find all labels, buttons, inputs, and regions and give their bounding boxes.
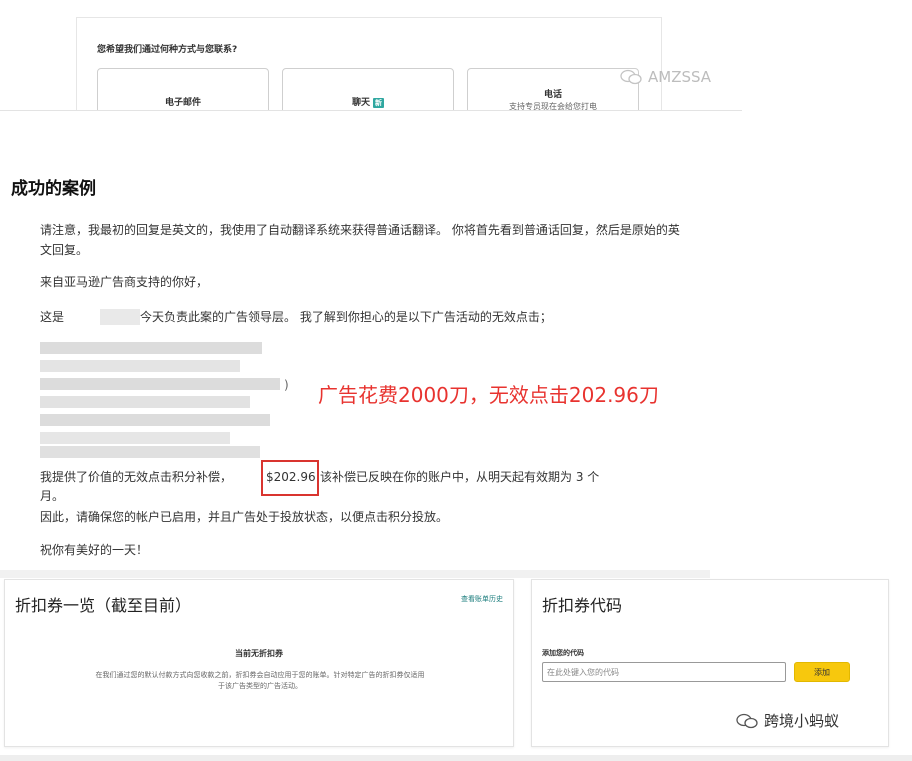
email-signoff: 祝你有美好的一天！ — [40, 543, 149, 557]
section-divider-strip — [0, 570, 710, 578]
email-greeting: 来自亚马逊广告商支持的你好， — [40, 275, 209, 289]
coupon-list-panel: 折扣券一览（截至目前） 查看账单历史 当前无折扣券 在我们通过您的默认付款方式向… — [4, 579, 514, 747]
new-badge: 新 — [373, 98, 384, 108]
contact-method-panel: 您希望我们通过何种方式与您联系? 电子邮件 聊天新 电话 支持专员现在会给您打电 — [76, 17, 662, 111]
redacted-paren: ) — [284, 378, 289, 392]
contact-option-email-label: 电子邮件 — [164, 98, 201, 108]
contact-option-phone[interactable]: 电话 支持专员现在会给您打电 — [467, 68, 639, 111]
chat-label-text: 聊天 — [351, 98, 370, 108]
bottom-edge — [0, 755, 912, 761]
cost-annotation: 广告花费2000刀，无效点击202.96刀 — [318, 383, 659, 407]
redacted-campaign-list — [40, 340, 286, 458]
contact-option-email[interactable]: 电子邮件 — [97, 68, 269, 111]
coupon-description: 在我们通过您的默认付款方式向您收款之前，折扣券会自动应用于您的账单。针对特定广告… — [95, 671, 425, 690]
contact-option-phone-label: 电话 — [543, 90, 562, 100]
email-credit-end: 该补偿已反映在你的账户中，从明天起有效期为 3 个 — [320, 470, 600, 484]
coupon-list-title: 折扣券一览（截至目前） — [15, 596, 192, 615]
email-credit-tail: 月。 — [40, 489, 65, 503]
watermark-top: AMZSSA — [620, 68, 711, 86]
coupon-code-title: 折扣券代码 — [542, 596, 623, 615]
wechat-icon — [736, 713, 758, 728]
section-heading: 成功的案例 — [11, 179, 96, 199]
billing-history-link[interactable]: 查看账单历史 — [461, 594, 503, 604]
code-input-label: 添加您的代码 — [542, 649, 584, 657]
email-intro-start: 这是 — [40, 310, 65, 324]
section-divider — [0, 110, 742, 111]
redacted-name — [100, 309, 140, 325]
no-coupons-title: 当前无折扣券 — [235, 649, 283, 658]
contact-option-chat-label: 聊天新 — [283, 95, 453, 108]
email-enable-note: 因此，请确保您的帐户已启用，并且广告处于投放状态，以便点击积分投放。 — [40, 510, 449, 524]
contact-question: 您希望我们通过何种方式与您联系? — [97, 45, 238, 55]
watermark-bottom: 跨境小蚂蚁 — [736, 710, 839, 731]
watermark-bottom-text: 跨境小蚂蚁 — [764, 712, 840, 730]
email-intro-end: 今天负责此案的广告领导层。 我了解到你担心的是以下广告活动的无效点击； — [140, 310, 552, 324]
watermark-top-text: AMZSSA — [648, 68, 712, 86]
wechat-icon — [620, 69, 642, 85]
coupon-code-input[interactable] — [542, 662, 786, 682]
contact-option-chat[interactable]: 聊天新 — [282, 68, 454, 111]
amount-highlight-box — [261, 460, 319, 496]
email-credit-start: 我提供了价值的无效点击积分补偿， — [40, 470, 233, 484]
email-paragraph-translation-note: 请注意，我最初的回复是英文的，我使用了自动翻译系统来获得普通话翻译。 你将首先看… — [40, 223, 680, 257]
add-code-button[interactable]: 添加 — [794, 662, 850, 682]
